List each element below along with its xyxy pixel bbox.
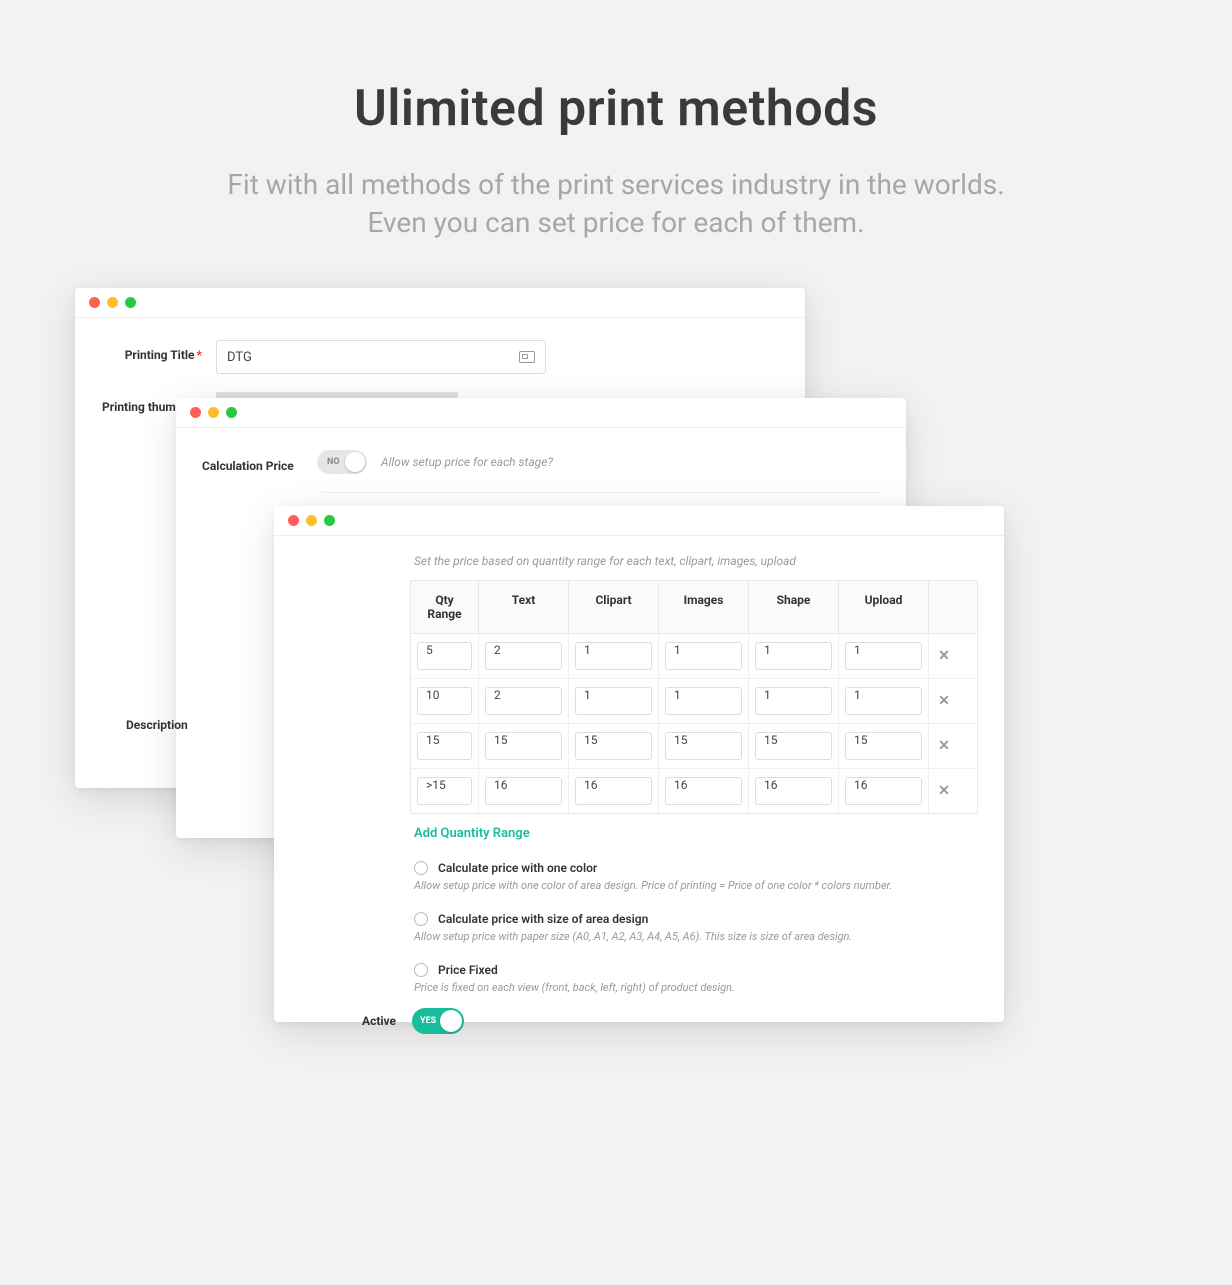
delete-row-icon[interactable]: ✕ xyxy=(938,648,950,664)
maximize-icon[interactable] xyxy=(226,407,237,418)
delete-row-icon[interactable]: ✕ xyxy=(938,783,950,799)
table-row: 521111✕ xyxy=(411,634,977,679)
hero-title: Ulimited print methods xyxy=(0,80,1232,138)
price-input[interactable]: 15 xyxy=(575,732,652,760)
hero-subtitle: Fit with all methods of the print servic… xyxy=(0,166,1232,242)
radio-option[interactable] xyxy=(414,912,428,926)
divider xyxy=(322,492,880,493)
price-input[interactable]: 16 xyxy=(575,777,652,805)
price-input[interactable]: 15 xyxy=(665,732,742,760)
minimize-icon[interactable] xyxy=(208,407,219,418)
description-label: Description xyxy=(126,718,188,732)
col-qty-range: Qty Range xyxy=(411,581,479,633)
qty-input[interactable]: 5 xyxy=(417,642,472,670)
table-row: 15 15 15 15 15 15 ✕ xyxy=(411,724,977,769)
price-option: Price Fixed Price is fixed on each view (… xyxy=(414,963,978,994)
radio-option[interactable] xyxy=(414,963,428,977)
price-input[interactable]: 1 xyxy=(755,642,832,670)
price-input[interactable]: 1 xyxy=(665,687,742,715)
option-hint: Allow setup price with paper size (A0, A… xyxy=(414,930,978,943)
hero: Ulimited print methods Fit with all meth… xyxy=(0,0,1232,242)
radio-option[interactable] xyxy=(414,861,428,875)
price-input[interactable]: 15 xyxy=(845,732,922,760)
price-option: Calculate price with size of area design… xyxy=(414,912,978,943)
add-quantity-range-link[interactable]: Add Quantity Range xyxy=(414,826,978,841)
price-input[interactable]: 1 xyxy=(575,642,652,670)
maximize-icon[interactable] xyxy=(125,297,136,308)
price-hint: Set the price based on quantity range fo… xyxy=(414,554,978,568)
price-input[interactable]: 16 xyxy=(665,777,742,805)
window-chrome xyxy=(274,506,1004,536)
price-input[interactable]: 15 xyxy=(755,732,832,760)
input-card-icon xyxy=(519,351,535,363)
minimize-icon[interactable] xyxy=(306,515,317,526)
price-input[interactable]: 16 xyxy=(845,777,922,805)
price-option: Calculate price with one color Allow setu… xyxy=(414,861,978,892)
qty-input[interactable]: 10 xyxy=(417,687,472,715)
price-input[interactable]: 1 xyxy=(845,687,922,715)
option-hint: Allow setup price with one color of area… xyxy=(414,879,978,892)
printing-title-label: Printing Title* xyxy=(101,340,216,362)
minimize-icon[interactable] xyxy=(107,297,118,308)
table-header: Qty Range Text Clipart Images Shape Uplo… xyxy=(411,581,977,634)
price-input[interactable]: 1 xyxy=(575,687,652,715)
table-row: 1021111✕ xyxy=(411,679,977,724)
qty-input[interactable]: 15 xyxy=(417,732,472,760)
col-text: Text xyxy=(479,581,569,633)
option-label: Price Fixed xyxy=(438,963,498,977)
option-label: Calculate price with one color xyxy=(438,861,597,875)
close-icon[interactable] xyxy=(89,297,100,308)
close-icon[interactable] xyxy=(288,515,299,526)
maximize-icon[interactable] xyxy=(324,515,335,526)
window-price-table: Set the price based on quantity range fo… xyxy=(274,506,1004,1022)
table-row: >15 16 16 16 16 16 ✕ xyxy=(411,769,977,813)
option-label: Calculate price with size of area design xyxy=(438,912,648,926)
price-input[interactable]: 2 xyxy=(485,687,562,715)
col-upload: Upload xyxy=(839,581,929,633)
col-shape: Shape xyxy=(749,581,839,633)
price-table: Qty Range Text Clipart Images Shape Uplo… xyxy=(410,580,978,814)
active-toggle[interactable]: YES xyxy=(412,1008,464,1034)
price-input[interactable]: 15 xyxy=(485,732,562,760)
calculation-price-toggle[interactable]: NO xyxy=(317,450,367,474)
price-input[interactable]: 2 xyxy=(485,642,562,670)
price-input[interactable]: 1 xyxy=(665,642,742,670)
window-chrome xyxy=(75,288,805,318)
window-chrome xyxy=(176,398,906,428)
printing-title-input[interactable]: DTG xyxy=(216,340,546,374)
col-images: Images xyxy=(659,581,749,633)
close-icon[interactable] xyxy=(190,407,201,418)
calculation-price-label: Calculation Price xyxy=(202,451,317,473)
calculation-help-text: Allow setup price for each stage? xyxy=(381,455,553,469)
price-input[interactable]: 1 xyxy=(845,642,922,670)
price-input[interactable]: 16 xyxy=(755,777,832,805)
qty-input[interactable]: >15 xyxy=(417,777,472,805)
price-input[interactable]: 1 xyxy=(755,687,832,715)
delete-row-icon[interactable]: ✕ xyxy=(938,693,950,709)
col-clipart: Clipart xyxy=(569,581,659,633)
delete-row-icon[interactable]: ✕ xyxy=(938,738,950,754)
option-hint: Price is fixed on each view (front, back… xyxy=(414,981,978,994)
active-label: Active xyxy=(362,1014,396,1028)
price-input[interactable]: 16 xyxy=(485,777,562,805)
